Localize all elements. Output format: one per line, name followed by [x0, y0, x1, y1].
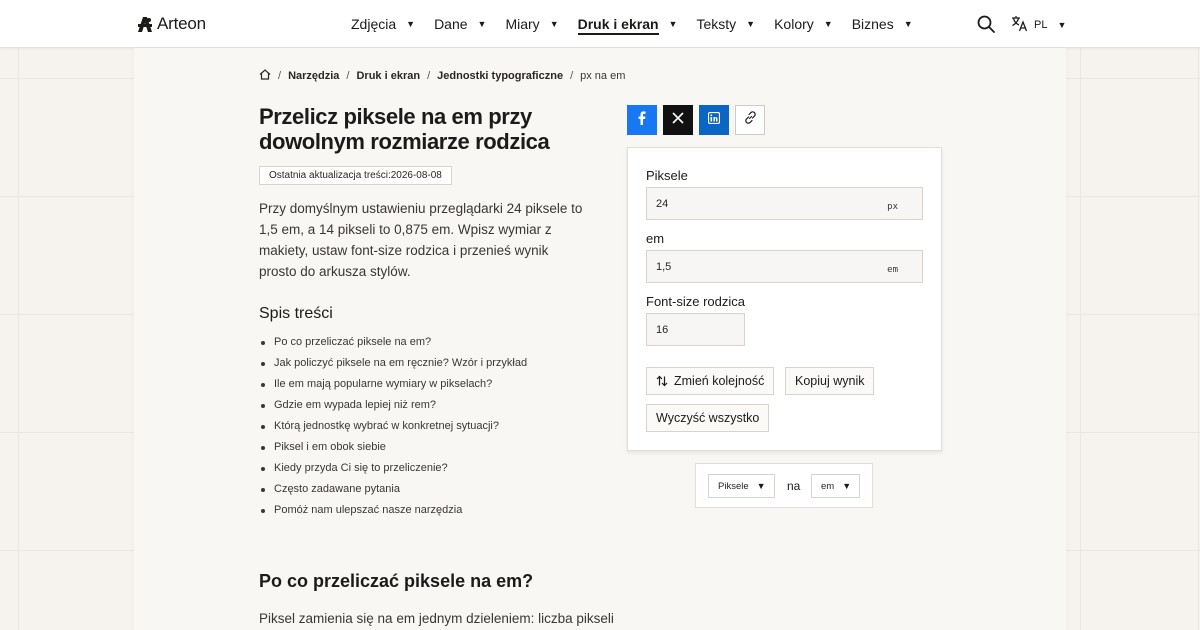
breadcrumb-link[interactable]: Druk i ekran — [356, 70, 420, 82]
pixels-label: Piksele — [646, 168, 688, 183]
nav-label: Kolory — [774, 16, 814, 32]
toc-title: Spis treści — [259, 305, 333, 322]
share-facebook-button[interactable] — [627, 105, 657, 135]
breadcrumb-separator: / — [278, 70, 282, 82]
swap-button-label: Zmień kolejność — [674, 374, 765, 388]
logo[interactable]: Arteon — [137, 14, 206, 34]
breadcrumb-separator: / — [346, 70, 350, 82]
share-buttons — [627, 105, 771, 135]
chevron-down-icon: ▼ — [477, 19, 487, 29]
em-unit: em — [887, 265, 898, 275]
chevron-down-icon: ▼ — [1057, 20, 1067, 30]
chevron-down-icon: ▼ — [823, 19, 833, 29]
page-title: Przelicz piksele na em przy dowolnym roz… — [259, 104, 550, 154]
chevron-down-icon: ▼ — [842, 481, 852, 491]
unit-selector: Piksele ▼ na em ▼ — [695, 463, 873, 508]
breadcrumb-link[interactable]: Jednostki typograficzne — [437, 70, 563, 82]
pixels-input[interactable] — [647, 188, 922, 219]
home-icon[interactable] — [259, 69, 271, 83]
converter-card: Piksele px em em Font-size rodzica Zmień… — [627, 147, 942, 451]
logo-text: Arteon — [157, 14, 206, 33]
site-header: Arteon Zdjęcia ▼ Dane ▼ Miary ▼ Druk i e… — [0, 0, 1200, 48]
nav-label: Zdjęcia — [351, 16, 397, 32]
nav-item-miary[interactable]: Miary ▼ — [505, 0, 558, 48]
em-input[interactable] — [647, 251, 922, 282]
logo-icon — [137, 16, 153, 33]
chevron-down-icon: ▼ — [668, 19, 678, 29]
nav-item-kolory[interactable]: Kolory ▼ — [774, 0, 833, 48]
translate-icon — [1011, 15, 1028, 35]
parent-font-size-label: Font-size rodzica — [646, 294, 745, 309]
em-field[interactable]: em — [646, 250, 923, 283]
from-unit-select[interactable]: Piksele ▼ — [708, 474, 775, 498]
breadcrumb: / Narzędzia / Druk i ekran / Jednostki t… — [259, 69, 625, 83]
chevron-down-icon: ▼ — [406, 19, 416, 29]
nav-item-druk-i-ekran[interactable]: Druk i ekran ▼ — [577, 0, 678, 48]
parent-font-size-input[interactable] — [647, 314, 744, 345]
toc-item[interactable]: Często zadawane pytania — [259, 479, 527, 500]
chevron-down-icon: ▼ — [746, 19, 756, 29]
toc-item[interactable]: Którą jednostkę wybrać w konkretnej sytu… — [259, 416, 527, 437]
nav-item-biznes[interactable]: Biznes ▼ — [852, 0, 913, 48]
nav-item-zdjecia[interactable]: Zdjęcia ▼ — [351, 0, 415, 48]
nav-label: Biznes — [851, 16, 894, 32]
nav-label: Teksty — [696, 16, 737, 32]
toc-item[interactable]: Po co przeliczać piksele na em? — [259, 332, 527, 353]
language-switcher[interactable]: PL ▼ — [1011, 15, 1066, 35]
main-nav: Zdjęcia ▼ Dane ▼ Miary ▼ Druk i ekran ▼ … — [351, 0, 932, 48]
chevron-down-icon: ▼ — [756, 481, 766, 491]
toc-item[interactable]: Gdzie em wypada lepiej niż rem? — [259, 395, 527, 416]
clear-all-button[interactable]: Wyczyść wszystko — [646, 404, 770, 432]
nav-item-dane[interactable]: Dane ▼ — [434, 0, 486, 48]
unit-connector: na — [787, 479, 801, 493]
breadcrumb-current: px na em — [580, 70, 626, 82]
intro-text: Przy domyślnym ustawieniu przeglądarki 2… — [259, 201, 583, 279]
nav-label: Druk i ekran — [577, 16, 659, 35]
link-icon — [744, 111, 757, 129]
pixels-unit: px — [887, 202, 898, 212]
updated-badge: Ostatnia aktualizacja treści:2026-08-08 — [259, 166, 452, 185]
copy-link-button[interactable] — [735, 105, 765, 135]
toc-item[interactable]: Ile em mają popularne wymiary w pikselac… — [259, 374, 527, 395]
search-icon[interactable] — [977, 15, 995, 33]
toc-item[interactable]: Kiedy przyda Ci się to przeliczenie? — [259, 458, 527, 479]
table-of-contents: Po co przeliczać piksele na em? Jak poli… — [259, 332, 527, 521]
chevron-down-icon: ▼ — [549, 19, 559, 29]
em-label: em — [646, 231, 665, 246]
clear-all-label: Wyczyść wszystko — [656, 411, 760, 425]
nav-item-teksty[interactable]: Teksty ▼ — [696, 0, 755, 48]
to-unit-select[interactable]: em ▼ — [811, 474, 860, 498]
toc-item[interactable]: Jak policzyć piksele na em ręcznie? Wzór… — [259, 353, 527, 374]
share-linkedin-button[interactable] — [699, 105, 729, 135]
section-heading: Po co przeliczać piksele na em? — [259, 571, 534, 591]
swap-button[interactable]: Zmień kolejność — [646, 367, 775, 395]
language-code: PL — [1034, 19, 1048, 31]
copy-result-button[interactable]: Kopiuj wynik — [785, 367, 875, 395]
parent-font-size-field[interactable] — [646, 313, 745, 346]
toc-item[interactable]: Pomóż nam ulepszać nasze narzędzia — [259, 500, 527, 521]
toc-item[interactable]: Piksel i em obok siebie — [259, 437, 527, 458]
swap-icon — [656, 375, 668, 387]
nav-label: Miary — [505, 16, 540, 32]
breadcrumb-separator: / — [570, 70, 574, 82]
breadcrumb-link[interactable]: Narzędzia — [288, 70, 339, 82]
nav-label: Dane — [434, 16, 468, 32]
x-icon — [672, 111, 684, 129]
breadcrumb-separator: / — [427, 70, 431, 82]
share-x-button[interactable] — [663, 105, 693, 135]
linkedin-icon — [707, 111, 721, 129]
facebook-icon — [638, 110, 646, 130]
pixels-field[interactable]: px — [646, 187, 923, 220]
to-unit-value: em — [821, 480, 835, 492]
from-unit-value: Piksele — [718, 480, 749, 492]
section-text: Piksel zamienia się na em jednym dzielen… — [259, 611, 614, 626]
copy-result-label: Kopiuj wynik — [795, 374, 865, 388]
chevron-down-icon: ▼ — [903, 19, 913, 29]
